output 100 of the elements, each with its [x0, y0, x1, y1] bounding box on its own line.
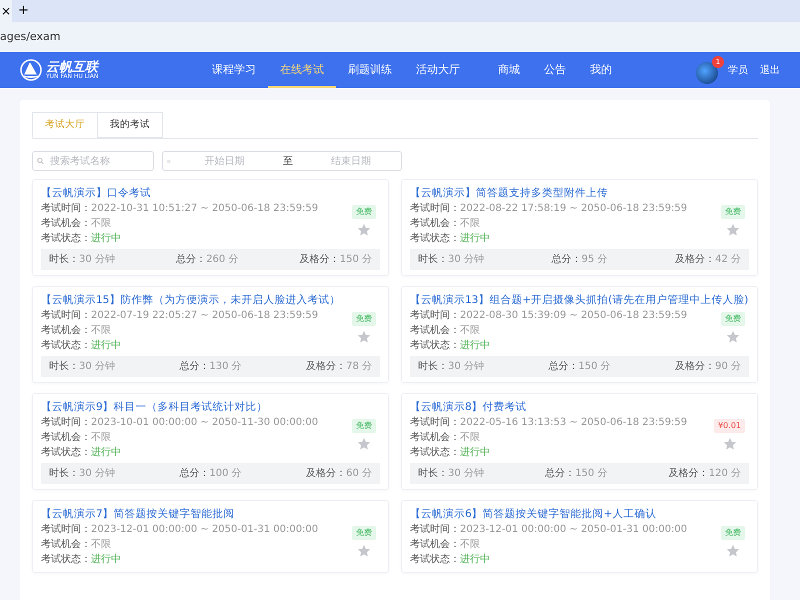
exam-status-value: 进行中 — [460, 446, 490, 460]
exam-time-label: 考试时间： — [41, 308, 91, 324]
price-tag: 免费 — [721, 526, 745, 540]
exam-title[interactable]: 【云帆演示7】简答题按关键字智能批阅 — [41, 507, 380, 522]
exam-time-label: 考试时间： — [410, 308, 460, 324]
stat-label: 及格分： — [300, 254, 340, 266]
close-tab-button[interactable]: × — [0, 0, 12, 22]
exam-time-value: 2022-08-22 17:58:19 ~ 2050-06-18 23:59:59 — [460, 202, 688, 216]
exam-title[interactable]: 【云帆演示6】简答题按关键字智能批阅+人工确认 — [410, 507, 749, 522]
logo-title: 云帆互联 — [46, 60, 98, 74]
stat-label: 总分： — [179, 361, 210, 372]
tab[interactable]: 我的考试 — [97, 112, 163, 138]
start-date-field[interactable]: 开始日期 — [178, 152, 271, 170]
star-icon[interactable] — [722, 437, 737, 452]
stat-value: 100 分 — [209, 468, 242, 480]
exam-status-label: 考试状态： — [410, 232, 460, 246]
stat-label: 及格分： — [668, 468, 709, 480]
exam-chances-value: 不限 — [460, 324, 480, 338]
exam-card[interactable]: 【云帆演示7】简答题按关键字智能批阅 考试时间：2023-12-01 00:00:00 ~ 2050-01-31 00:00:00 考试机会：不限 考试状态：进行中 免费 — [32, 500, 389, 574]
stat-value: 30 分钟 — [79, 468, 115, 480]
logout-link[interactable]: 退出 — [760, 62, 780, 78]
date-separator: 至 — [282, 154, 294, 169]
exam-title[interactable]: 【云帆演示】口令考试 — [41, 186, 380, 200]
exam-status-value: 进行中 — [460, 552, 490, 568]
nav-link[interactable]: 在线考试 — [268, 52, 336, 88]
exam-status-value: 进行中 — [91, 552, 121, 568]
price-tag: 免费 — [352, 419, 376, 434]
nav-link[interactable]: 我的 — [578, 52, 624, 88]
exam-card[interactable]: 【云帆演示8】付费考试 考试时间：2022-05-16 13:13:53 ~ 2050-06-18 23:59:59 考试机会：不限 考试状态：进行中 ¥0.01 时长：30 分钟 总分：150 分 及格分：120 分 — [401, 393, 758, 490]
date-range-picker[interactable]: 开始日期 至 结束日期 — [162, 151, 402, 172]
stat-value: 30 分钟 — [79, 254, 115, 266]
exam-status-label: 考试状态： — [41, 446, 91, 460]
stat-value: 60 分 — [346, 468, 372, 480]
star-icon[interactable] — [357, 223, 371, 238]
end-date-field[interactable]: 结束日期 — [304, 152, 398, 170]
user-role-link[interactable]: 学员 — [728, 62, 748, 78]
exam-status-value: 进行中 — [460, 232, 490, 246]
stat-label: 总分： — [545, 468, 576, 480]
exam-status-value: 进行中 — [460, 338, 490, 354]
stat-label: 总分： — [176, 254, 206, 266]
exam-title[interactable]: 【云帆演示】简答题支持多类型附件上传 — [410, 186, 749, 200]
stat-label: 总分： — [552, 254, 582, 266]
exam-chances-value: 不限 — [460, 431, 480, 446]
nav-link[interactable]: 课程学习 — [200, 52, 268, 88]
exam-card[interactable]: 【云帆演示9】科目一（多科目考试统计对比） 考试时间：2023-10-01 00:00:00 ~ 2050-11-30 00:00:00 考试机会：不限 考试状态：进行中 免费 时长：30 分钟 总分：100 分 及格分：60 分 — [32, 393, 389, 490]
exam-time-label: 考试时间： — [410, 202, 460, 216]
address-bar-url[interactable]: ages/exam — [0, 30, 60, 43]
sailboat-logo-icon — [20, 59, 42, 81]
price-tag: 免费 — [352, 205, 376, 220]
exam-time-label: 考试时间： — [41, 416, 91, 430]
new-tab-button[interactable]: + — [12, 0, 35, 22]
stat-value: 90 分 — [715, 361, 741, 372]
star-icon[interactable] — [726, 223, 740, 238]
exam-card[interactable]: 【云帆演示15】防作弊（为方便演示，未开启人脸进入考试） 考试时间：2022-07-19 22:05:27 ~ 2050-06-18 23:59:59 考试机会：不限 考试状态：进行中 免费 时长：30 分钟 总分：130 分 及格分：78 分 — [32, 286, 389, 384]
nav-link[interactable]: 刷题训练 — [336, 52, 404, 88]
exam-card[interactable]: 【云帆演示6】简答题按关键字智能批阅+人工确认 考试时间：2023-12-01 00:00:00 ~ 2050-01-31 00:00:00 考试机会：不限 考试状态：进行中 免费 — [401, 500, 758, 574]
exam-card[interactable]: 【云帆演示13】组合题+开启摄像头抓拍(请先在用户管理中上传人脸) 考试时间：2022-08-30 15:39:09 ~ 2050-06-18 23:59:59 考试机会：不限 考试状态：进行中 免费 时长：30 分钟 总分：150 分 及格分：90 分 — [401, 286, 758, 384]
nav-link[interactable]: 商城 — [486, 52, 532, 88]
exam-title[interactable]: 【云帆演示8】付费考试 — [410, 400, 749, 414]
exam-title[interactable]: 【云帆演示9】科目一（多科目考试统计对比） — [41, 400, 380, 414]
search-icon — [37, 157, 44, 166]
stat-value: 95 分 — [582, 254, 608, 266]
exam-card[interactable]: 【云帆演示】简答题支持多类型附件上传 考试时间：2022-08-22 17:58:19 ~ 2050-06-18 23:59:59 考试机会：不限 考试状态：进行中 免费 时长：30 分钟 总分：95 分 及格分：42 分 — [401, 179, 758, 276]
search-box[interactable]: 搜索考试名称 — [32, 151, 154, 172]
star-icon[interactable] — [357, 437, 371, 452]
exam-chances-label: 考试机会： — [410, 216, 460, 232]
price-tag: 免费 — [721, 205, 745, 220]
star-icon[interactable] — [357, 544, 371, 558]
nav-link[interactable]: 公告 — [532, 52, 578, 88]
exam-time-value: 2022-10-31 10:51:27 ~ 2050-06-18 23:59:59 — [91, 202, 318, 216]
stat-value: 78 分 — [346, 361, 372, 372]
exam-card[interactable]: 【云帆演示】口令考试 考试时间：2022-10-31 10:51:27 ~ 2050-06-18 23:59:59 考试机会：不限 考试状态：进行中 免费 时长：30 分钟 总分：260 分 及格分：150 分 — [32, 179, 389, 276]
stat-label: 及格分： — [675, 361, 716, 372]
exam-time-value: 2023-12-01 00:00:00 ~ 2050-01-31 00:00:00 — [91, 523, 318, 538]
exam-time-label: 考试时间： — [41, 522, 91, 538]
stat-label: 时长： — [418, 468, 448, 480]
exam-status-label: 考试状态： — [41, 338, 91, 354]
exam-chances-label: 考试机会： — [41, 538, 91, 552]
price-tag: 免费 — [352, 312, 376, 326]
nav-link[interactable]: 活动大厅 — [404, 52, 472, 88]
user-avatar[interactable] — [696, 62, 718, 84]
stat-value: 260 分 — [206, 254, 238, 266]
exam-time-value: 2022-08-30 15:39:09 ~ 2050-06-18 23:59:59 — [460, 309, 688, 324]
stat-label: 及格分： — [675, 254, 716, 266]
stat-label: 时长： — [418, 361, 448, 372]
exam-chances-label: 考试机会： — [41, 324, 91, 338]
exam-title[interactable]: 【云帆演示15】防作弊（为方便演示，未开启人脸进入考试） — [41, 293, 380, 308]
stat-label: 时长： — [49, 361, 79, 372]
star-icon[interactable] — [357, 330, 371, 344]
stat-label: 及格分： — [306, 361, 346, 372]
stat-label: 总分： — [548, 361, 578, 372]
exam-search-field[interactable]: 搜索考试名称 — [48, 152, 149, 170]
exam-time-label: 考试时间： — [410, 522, 460, 538]
exam-status-label: 考试状态： — [410, 338, 460, 354]
stat-value: 120 分 — [708, 468, 741, 480]
exam-status-value: 进行中 — [91, 232, 121, 246]
star-icon[interactable] — [726, 544, 740, 558]
star-icon[interactable] — [726, 330, 740, 344]
exam-title[interactable]: 【云帆演示13】组合题+开启摄像头抓拍(请先在用户管理中上传人脸) — [410, 293, 749, 308]
exam-chances-value: 不限 — [91, 431, 111, 446]
